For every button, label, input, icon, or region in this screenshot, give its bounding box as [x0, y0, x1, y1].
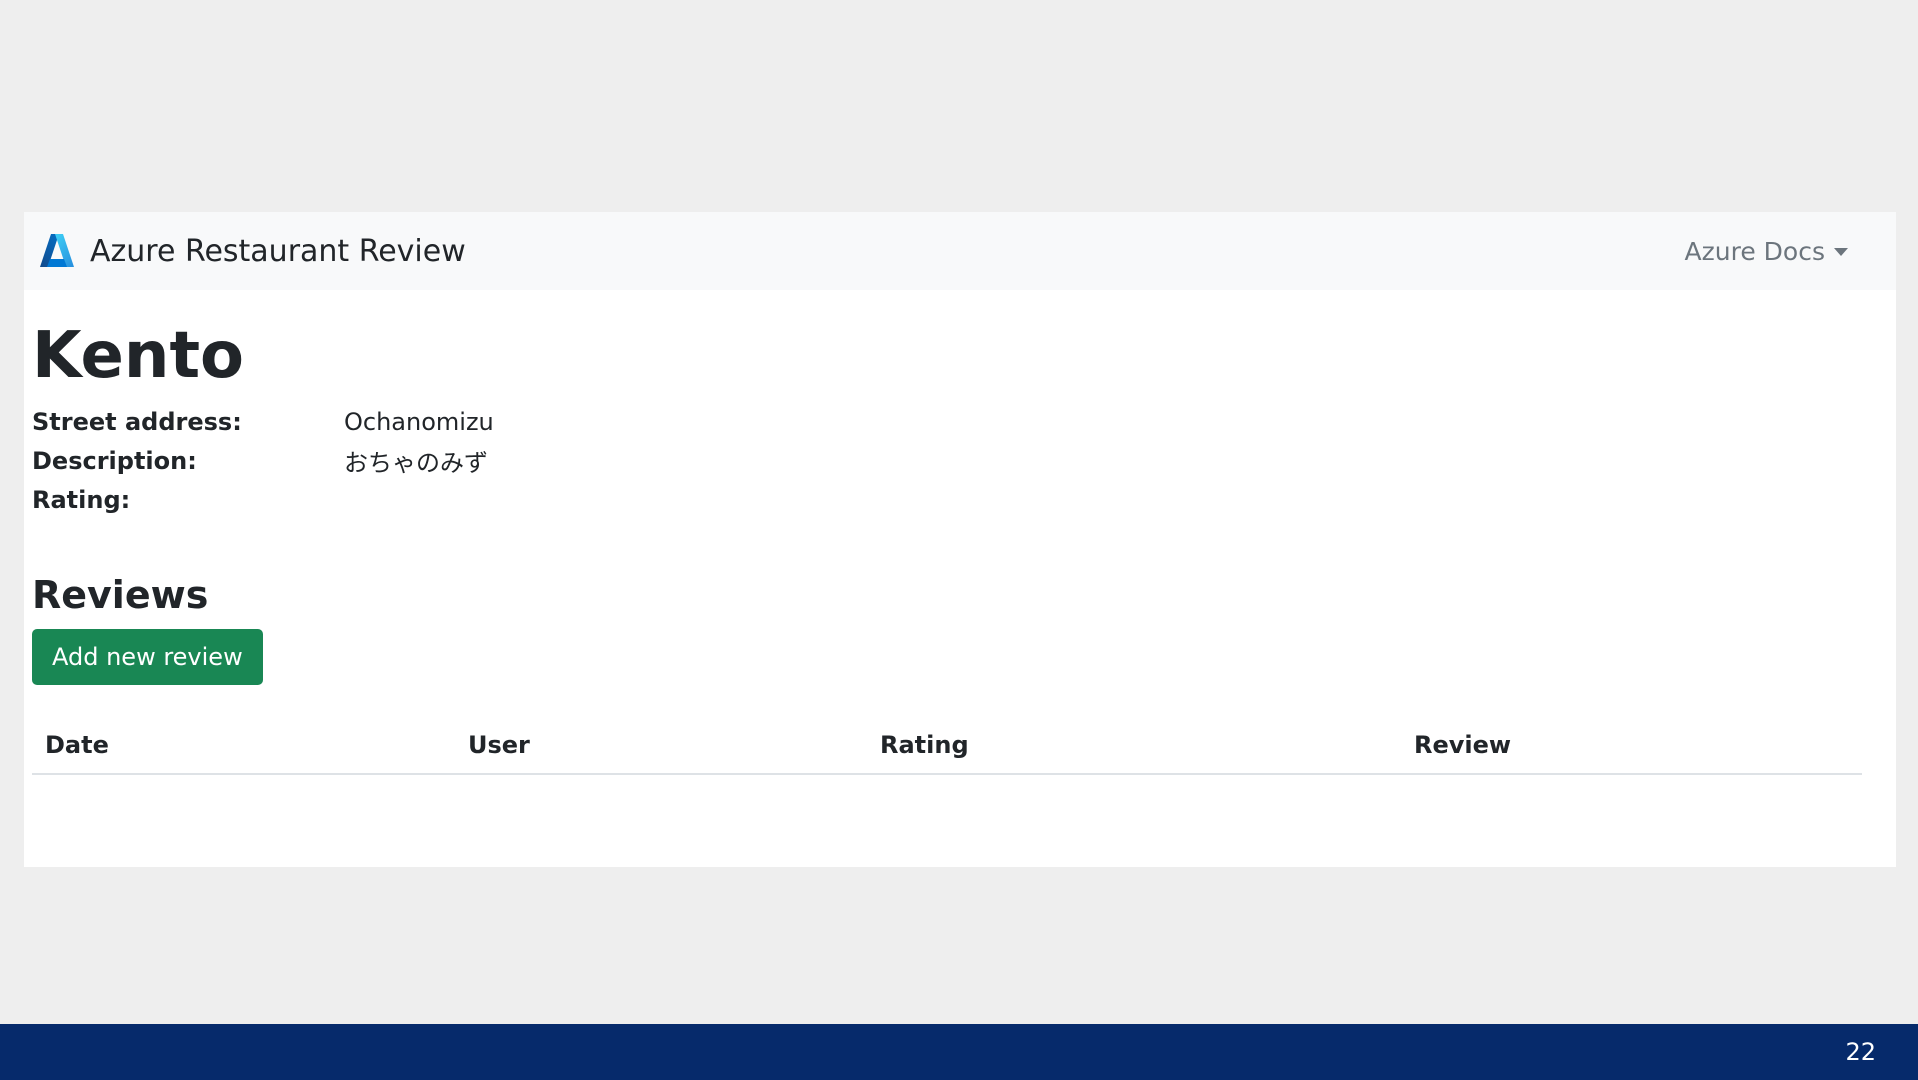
detail-row-street-address: Street address: Ochanomizu	[32, 402, 1888, 441]
slide-footer-bar: 22	[0, 1024, 1918, 1080]
restaurant-details: Street address: Ochanomizu Description: …	[32, 402, 1888, 519]
azure-docs-dropdown-label: Azure Docs	[1684, 236, 1825, 266]
detail-row-description: Description: おちゃのみず	[32, 441, 1888, 480]
azure-docs-dropdown[interactable]: Azure Docs	[1685, 237, 1848, 266]
caret-down-icon	[1834, 248, 1848, 256]
page-number: 22	[1845, 1038, 1876, 1066]
restaurant-name: Kento	[32, 319, 244, 393]
brand-title: Azure Restaurant Review	[90, 233, 466, 269]
column-header-rating: Rating	[867, 720, 1401, 775]
detail-row-rating: Rating:	[32, 480, 1888, 519]
description-value: おちゃのみず	[344, 449, 488, 477]
street-address-value: Ochanomizu	[344, 407, 494, 436]
street-address-label: Street address:	[32, 407, 242, 436]
description-label: Description:	[32, 446, 197, 475]
azure-logo-icon	[38, 232, 76, 270]
rating-label: Rating:	[32, 485, 131, 514]
add-new-review-button[interactable]: Add new review	[32, 628, 263, 685]
app-window: Azure Restaurant Review Azure Docs Kento…	[24, 212, 1896, 867]
column-header-date: Date	[32, 720, 455, 775]
main-content: Kento Street address: Ochanomizu Descrip…	[24, 324, 1896, 775]
reviews-heading: Reviews	[32, 573, 209, 617]
navbar: Azure Restaurant Review Azure Docs	[24, 212, 1896, 290]
slide: Azure Restaurant Review Azure Docs Kento…	[0, 0, 1918, 1080]
reviews-table: Date User Rating Review	[32, 720, 1862, 775]
column-header-review: Review	[1401, 720, 1862, 775]
reviews-table-header-row: Date User Rating Review	[32, 720, 1862, 775]
column-header-user: User	[455, 720, 867, 775]
navbar-brand[interactable]: Azure Restaurant Review	[38, 232, 466, 270]
